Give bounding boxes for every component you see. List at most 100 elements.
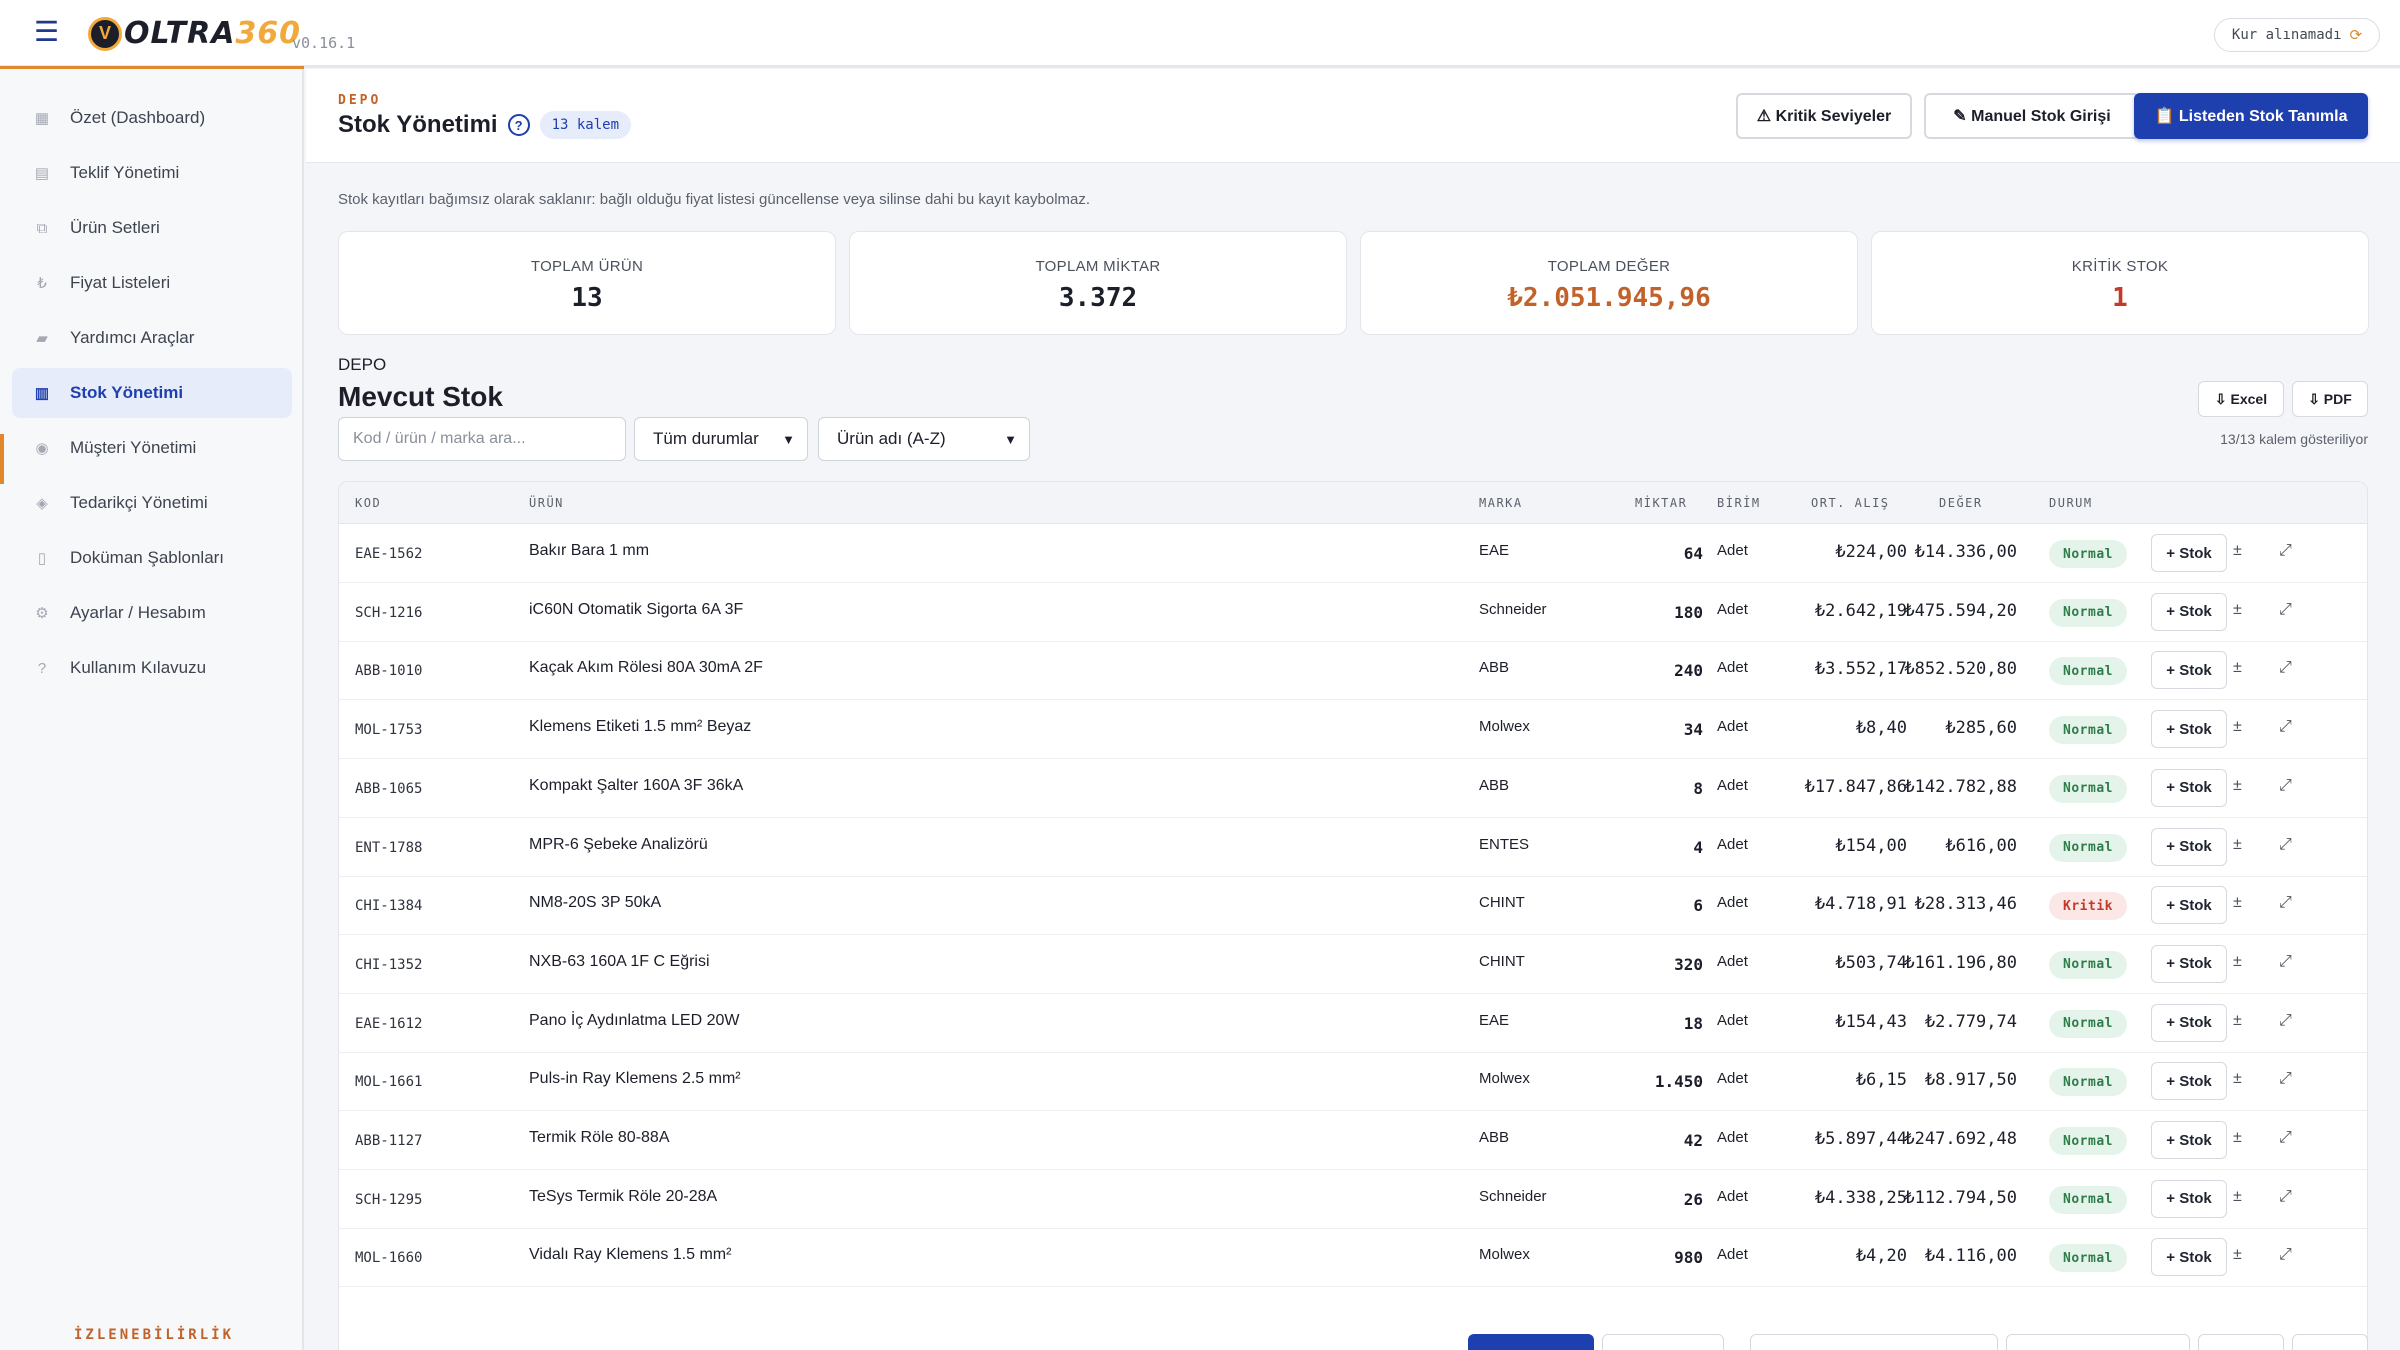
expand-icon[interactable]: ⤢ bbox=[2279, 953, 2292, 971]
adjust-stock-icon[interactable]: ± bbox=[2233, 777, 2242, 795]
stock-search-input[interactable] bbox=[338, 417, 626, 461]
table-row[interactable]: MOL-1660 Vidalı Ray Klemens 1.5 mm² Molwex… bbox=[339, 1228, 2367, 1288]
adjust-stock-icon[interactable]: ± bbox=[2233, 1246, 2242, 1264]
cell-brand: Molwex bbox=[1479, 718, 1530, 736]
export-excel-button[interactable]: ⇩ Excel bbox=[2198, 381, 2284, 417]
table-row[interactable]: ABB-1127 Termik Röle 80-88A ABB 42 Adet ₺5.89… bbox=[339, 1111, 2367, 1170]
adjust-stock-icon[interactable]: ± bbox=[2233, 1012, 2242, 1030]
app-logo[interactable]: V OLTRA360 bbox=[88, 16, 301, 51]
page-header: DEPO Stok Yönetimi ? 13 kalem ⚠ Kritik S… bbox=[306, 69, 2400, 163]
add-stock-button[interactable]: + Stok bbox=[2151, 827, 2227, 866]
add-stock-button[interactable]: + Stok bbox=[2151, 768, 2227, 807]
sidebar-item-dashboard[interactable]: ▦ Özet (Dashboard) bbox=[12, 93, 292, 143]
bottom-search-input[interactable] bbox=[1750, 1334, 1998, 1350]
table-row[interactable]: SCH-1295 TeSys Termik Röle 20-28A Schneide… bbox=[339, 1170, 2367, 1229]
bottom-excel-button[interactable] bbox=[2198, 1334, 2284, 1350]
add-stock-button[interactable]: + Stok bbox=[2151, 886, 2227, 925]
status-badge: Normal bbox=[2049, 1009, 2127, 1038]
help-icon[interactable]: ? bbox=[507, 114, 530, 136]
expand-icon[interactable]: ⤢ bbox=[2279, 1070, 2292, 1088]
adjust-stock-icon[interactable]: ± bbox=[2233, 953, 2242, 971]
status-filter-select[interactable]: Tüm durumlar ▼ bbox=[634, 417, 808, 461]
cell-value: ₺28.313,46 bbox=[1914, 894, 2017, 915]
expand-icon[interactable]: ⤢ bbox=[2279, 894, 2292, 912]
table-row[interactable]: CHI-1384 NM8-20S 3P 50kA CHINT 6 Adet ₺4.718,… bbox=[339, 876, 2367, 936]
cell-product: Bakır Bara 1 mm bbox=[529, 542, 650, 559]
template-icon: ▯ bbox=[37, 550, 47, 567]
add-stock-button[interactable]: + Stok bbox=[2151, 651, 2227, 690]
adjust-stock-icon[interactable]: ± bbox=[2233, 894, 2242, 912]
bottom-sort-select[interactable] bbox=[2006, 1334, 2190, 1350]
sidebar-item-sets[interactable]: ⧉ Ürün Setleri bbox=[12, 203, 292, 253]
define-stock-from-list-button[interactable]: 📋 Listeden Stok Tanımla bbox=[2134, 93, 2368, 139]
table-row[interactable]: MOL-1661 Puls-in Ray Klemens 2.5 mm² Molwe… bbox=[339, 1052, 2367, 1112]
adjust-stock-icon[interactable]: ± bbox=[2233, 836, 2242, 854]
add-stock-button[interactable]: + Stok bbox=[2151, 592, 2227, 631]
table-row[interactable]: ENT-1788 MPR-6 Şebeke Analizörü ENTES 4 Adet… bbox=[339, 818, 2367, 877]
table-row[interactable]: CHI-1352 NXB-63 160A 1F C Eğrisi CHINT 320 A… bbox=[339, 935, 2367, 994]
col-quantity[interactable]: MİKTAR bbox=[1635, 496, 1687, 510]
add-stock-button[interactable]: + Stok bbox=[2151, 534, 2227, 572]
col-brand[interactable]: MARKA bbox=[1479, 496, 1523, 510]
table-row[interactable]: EAE-1562 Bakır Bara 1 mm EAE 64 Adet ₺224,00 ₺… bbox=[339, 524, 2367, 583]
bottom-secondary-tab[interactable] bbox=[1602, 1334, 1724, 1350]
sidebar-item-help[interactable]: ? Kullanım Kılavuzu bbox=[12, 643, 292, 693]
cell-product: NXB-63 160A 1F C Eğrisi bbox=[529, 952, 710, 970]
sidebar-item-lira[interactable]: ₺ Fiyat Listeleri bbox=[12, 258, 292, 308]
bottom-pdf-button[interactable] bbox=[2292, 1334, 2368, 1350]
expand-icon[interactable]: ⤢ bbox=[2279, 601, 2292, 619]
table-row[interactable]: ABB-1065 Kompakt Şalter 160A 3F 36kA ABB 8 A… bbox=[339, 759, 2367, 818]
sidebar-item-toolbox[interactable]: ▰ Yardımcı Araçlar bbox=[12, 313, 292, 363]
cell-value: ₺247.692,48 bbox=[1904, 1129, 2017, 1149]
add-stock-button[interactable]: + Stok bbox=[2151, 1179, 2227, 1218]
table-row[interactable]: ABB-1010 Kaçak Akım Rölesi 80A 30mA 2F ABB… bbox=[339, 641, 2367, 701]
adjust-stock-icon[interactable]: ± bbox=[2233, 659, 2242, 677]
col-avg-purchase[interactable]: ORT. ALIŞ bbox=[1811, 496, 1890, 510]
sidebar-item-supplier[interactable]: ◈ Tedarikçi Yönetimi bbox=[12, 478, 292, 528]
table-row[interactable]: SCH-1216 iC60N Otomatik Sigorta 6A 3F Schn… bbox=[339, 583, 2367, 642]
expand-icon[interactable]: ⤢ bbox=[2279, 1246, 2292, 1264]
adjust-stock-icon[interactable]: ± bbox=[2233, 601, 2242, 619]
sidebar-item-template[interactable]: ▯ Doküman Şablonları bbox=[12, 533, 292, 583]
col-status[interactable]: DURUM bbox=[2049, 496, 2093, 510]
col-code[interactable]: KOD bbox=[355, 496, 381, 510]
critical-levels-button[interactable]: ⚠ Kritik Seviyeler bbox=[1736, 93, 1912, 139]
expand-icon[interactable]: ⤢ bbox=[2279, 718, 2292, 736]
adjust-stock-icon[interactable]: ± bbox=[2233, 1070, 2242, 1088]
expand-icon[interactable]: ⤢ bbox=[2279, 836, 2292, 854]
manual-stock-entry-button[interactable]: ✎ Manuel Stok Girişi bbox=[1924, 93, 2140, 139]
cell-code: MOL-1660 bbox=[355, 1250, 423, 1267]
currency-status-pill[interactable]: Kur alınamadı ⟳ bbox=[2214, 18, 2380, 52]
add-stock-button[interactable]: + Stok bbox=[2151, 1062, 2227, 1101]
export-pdf-button[interactable]: ⇩ PDF bbox=[2292, 381, 2368, 417]
expand-icon[interactable]: ⤢ bbox=[2279, 1188, 2292, 1206]
sidebar-item-stock[interactable]: ▥ Stok Yönetimi bbox=[12, 368, 292, 418]
add-stock-button[interactable]: + Stok bbox=[2151, 944, 2227, 983]
cell-quantity: 1.450 bbox=[1654, 1072, 1703, 1092]
adjust-stock-icon[interactable]: ± bbox=[2233, 1188, 2242, 1206]
sidebar-item-settings[interactable]: ⚙ Ayarlar / Hesabım bbox=[12, 588, 292, 638]
table-row[interactable]: MOL-1753 Klemens Etiketi 1.5 mm² Beyaz Mol… bbox=[339, 700, 2367, 760]
expand-icon[interactable]: ⤢ bbox=[2279, 1129, 2292, 1147]
add-stock-button[interactable]: + Stok bbox=[2151, 1238, 2227, 1277]
sidebar-item-document-list[interactable]: ▤ Teklif Yönetimi bbox=[12, 148, 292, 198]
add-stock-button[interactable]: + Stok bbox=[2151, 1003, 2227, 1042]
add-stock-button[interactable]: + Stok bbox=[2151, 710, 2227, 749]
bottom-primary-tab[interactable] bbox=[1468, 1334, 1594, 1350]
sidebar-item-customer[interactable]: ◉ Müşteri Yönetimi bbox=[12, 423, 292, 473]
cell-quantity: 64 bbox=[1683, 544, 1703, 563]
col-product[interactable]: ÜRÜN bbox=[529, 496, 564, 510]
table-row[interactable]: EAE-1612 Pano İç Aydınlatma LED 20W EAE 18 A… bbox=[339, 994, 2367, 1053]
add-stock-button[interactable]: + Stok bbox=[2151, 1121, 2227, 1159]
adjust-stock-icon[interactable]: ± bbox=[2233, 1129, 2242, 1147]
expand-icon[interactable]: ⤢ bbox=[2279, 542, 2292, 560]
hamburger-menu-icon[interactable]: ☰ bbox=[34, 18, 59, 46]
adjust-stock-icon[interactable]: ± bbox=[2233, 718, 2242, 736]
sort-select[interactable]: Ürün adı (A-Z) ▼ bbox=[818, 417, 1030, 461]
col-value[interactable]: DEĞER bbox=[1939, 496, 1983, 510]
expand-icon[interactable]: ⤢ bbox=[2279, 659, 2292, 677]
col-unit[interactable]: BİRİM bbox=[1717, 496, 1761, 510]
adjust-stock-icon[interactable]: ± bbox=[2233, 542, 2242, 560]
expand-icon[interactable]: ⤢ bbox=[2279, 777, 2292, 795]
expand-icon[interactable]: ⤢ bbox=[2279, 1012, 2292, 1030]
